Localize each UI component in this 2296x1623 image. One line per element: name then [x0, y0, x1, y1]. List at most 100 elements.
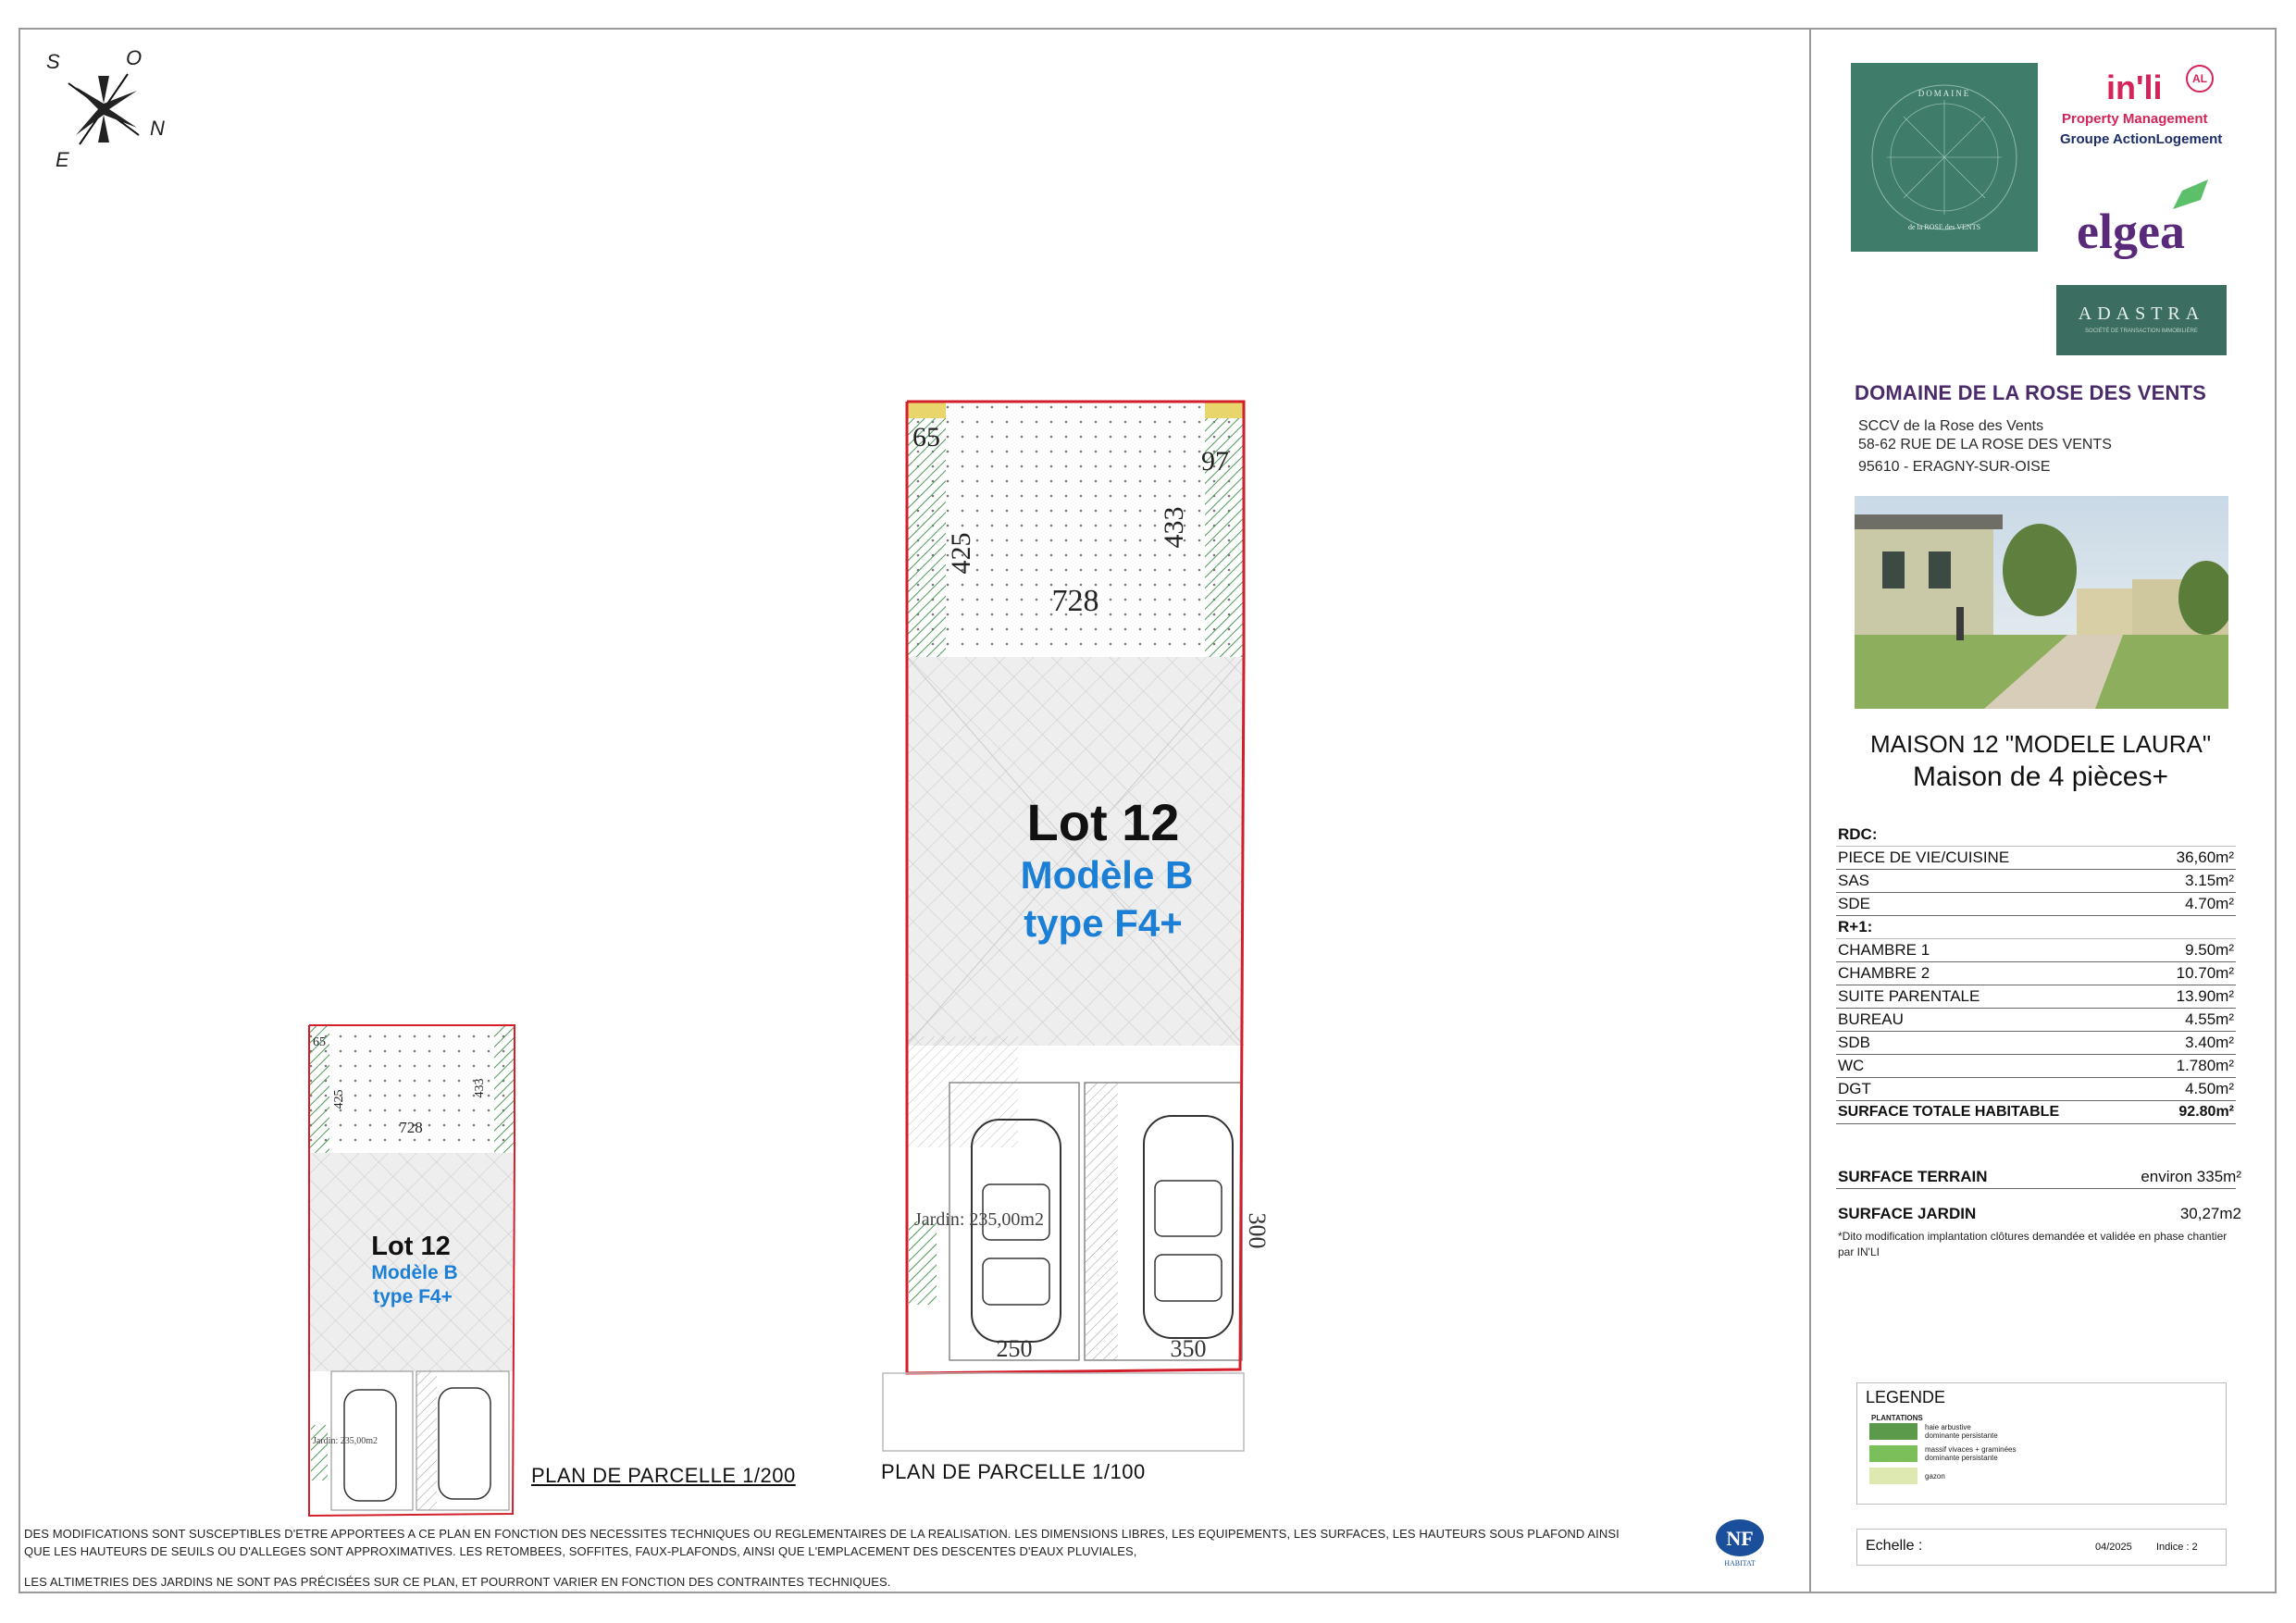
section-rdc: RDC: [1836, 824, 2236, 847]
room-name: SUITE PARENTALE [1836, 985, 2151, 1009]
room-name: SAS [1836, 869, 2151, 893]
legend-swatch [1869, 1445, 1917, 1462]
dim-728-small: 728 [399, 1119, 423, 1136]
room-name: SDE [1836, 892, 2151, 916]
legend-item: gazon [1869, 1468, 2110, 1484]
index-label: Indice : 2 [2156, 1542, 2198, 1553]
surface-divider [1836, 1188, 2236, 1189]
compass-o: O [126, 46, 143, 69]
dim-350: 350 [1171, 1335, 1207, 1362]
room-area: 10.70m² [2150, 961, 2236, 985]
room-row: PIECE DE VIE/CUISINE 36,60m² [1836, 846, 2236, 870]
room-row: SDE 4.70m² [1836, 892, 2236, 916]
adastra-logo: ADASTRA SOCIÉTÉ DE TRANSACTION IMMOBILIÈ… [2056, 285, 2227, 355]
room-name: PIECE DE VIE/CUISINE [1836, 846, 2151, 870]
garden-label: Jardin: 235,00m2 [914, 1209, 1044, 1230]
room-area: 9.50m² [2150, 938, 2236, 962]
room-area: 36,60m² [2150, 846, 2236, 870]
room-area: 3.40m² [2150, 1031, 2236, 1055]
plan-small: 65 425 433 728 Lot 12 Modèle B type F4+ … [308, 1024, 515, 1518]
dim-433: 433 [1159, 507, 1189, 549]
room-area [2150, 915, 2236, 939]
elgea-logo: elgea [2071, 180, 2238, 263]
room-area: 4.55m² [2150, 1008, 2236, 1032]
car-icon [1143, 1115, 1234, 1339]
legend-text: gazon [1925, 1471, 1945, 1481]
note-line-3: LES ALTIMETRIES DES JARDINS NE SONT PAS … [24, 1575, 891, 1589]
hedge-right [1205, 402, 1244, 657]
lot-type-small: type F4+ [373, 1286, 453, 1307]
dim-97: 97 [1201, 446, 1229, 477]
dim-65-small: 65 [313, 1035, 326, 1049]
svg-text:NF: NF [1726, 1527, 1753, 1550]
room-name: SDB [1836, 1031, 2151, 1055]
surface-jardin-value: 30,27m2 [2179, 1205, 2241, 1222]
room-area: 4.70m² [2150, 892, 2236, 916]
surface-terrain-label: SURFACE TERRAIN [1838, 1168, 1988, 1185]
rooms-table: RDC: PIECE DE VIE/CUISINE 36,60m² SAS 3.15m²… [1836, 824, 2236, 1124]
surface-jardin-label: SURFACE JARDIN [1838, 1205, 1977, 1222]
note-line-2: QUE LES HAUTEURS DE SEUILS OU D'ALLEGES … [24, 1544, 1137, 1558]
project-name: DOMAINE DE LA ROSE DES VENTS [1855, 381, 2207, 404]
room-name: SURFACE TOTALE HABITABLE [1836, 1100, 2151, 1124]
room-name: BUREAU [1836, 1008, 2151, 1032]
garden-label-small: Jardin: 235,00m2 [313, 1436, 378, 1446]
lot-title-small: Lot 12 [371, 1232, 450, 1261]
car-icon [438, 1387, 491, 1500]
dim-728: 728 [1052, 584, 1099, 618]
legend-item: massif vivaces + graminées dominante pers… [1869, 1445, 2110, 1462]
compass-s: S [46, 50, 60, 73]
plan-caption-small: PLAN DE PARCELLE 1/200 [531, 1464, 796, 1487]
room-row: DGT 4.50m² [1836, 1077, 2236, 1101]
svg-text:elgea: elgea [2077, 204, 2185, 259]
surface-terrain-value: environ 335m² [2141, 1168, 2241, 1185]
project-render-image [1855, 496, 2228, 709]
date-label: 04/2025 [2095, 1542, 2132, 1553]
room-name: R+1: [1836, 915, 2151, 939]
room-row: CHAMBRE 1 9.50m² [1836, 938, 2236, 962]
lot-type: type F4+ [1024, 901, 1183, 945]
dim-433-small: 433 [473, 1079, 487, 1098]
room-area: 3.15m² [2150, 869, 2236, 893]
room-area: 92.80m² [2150, 1100, 2236, 1124]
dim-425-small: 425 [332, 1090, 346, 1109]
room-name: CHAMBRE 1 [1836, 938, 2151, 962]
room-area [2150, 824, 2236, 847]
room-area: 4.50m² [2150, 1077, 2236, 1101]
room-name: CHAMBRE 2 [1836, 961, 2151, 985]
room-row: BUREAU 4.55m² [1836, 1008, 2236, 1032]
legend-swatch [1869, 1423, 1917, 1440]
dim-65: 65 [912, 422, 940, 452]
svg-text:de la ROSE des VENTS: de la ROSE des VENTS [1908, 223, 1980, 231]
compass: S O N E [37, 37, 176, 176]
room-row: SUITE PARENTALE 13.90m² [1836, 985, 2236, 1009]
dim-250: 250 [997, 1335, 1033, 1362]
legend-list: haie arbustive dominante persistante massi… [1869, 1423, 2110, 1490]
legend-text: haie arbustive dominante persistante [1925, 1423, 1998, 1440]
room-row: CHAMBRE 2 10.70m² [1836, 961, 2236, 985]
room-row: SDB 3.40m² [1836, 1031, 2236, 1055]
room-row: SAS 3.15m² [1836, 869, 2236, 893]
house-title: MAISON 12 "MODELE LAURA" [1869, 730, 2212, 758]
dim-425: 425 [946, 533, 976, 575]
svg-text:DOMAINE: DOMAINE [1918, 89, 1971, 98]
room-name: WC [1836, 1054, 2151, 1078]
room-name: DGT [1836, 1077, 2151, 1101]
plan-large: 65 97 425 433 728 300 250 350 Lot 12 Mod… [882, 400, 1271, 1452]
room-area: 13.90m² [2150, 985, 2236, 1009]
legend-title: LEGENDE [1866, 1388, 1946, 1406]
legend-text: massif vivaces + graminées dominante pers… [1925, 1445, 2017, 1462]
dim-300: 300 [1244, 1213, 1271, 1249]
total-row: SURFACE TOTALE HABITABLE 92.80m² [1836, 1100, 2236, 1124]
lot-model: Modèle B [1021, 853, 1194, 897]
project-street: 58-62 RUE DE LA ROSE DES VENTS [1858, 437, 2112, 452]
house-subtitle: Maison de 4 pièces+ [1912, 762, 2168, 792]
project-city: 95610 - ERAGNY-SUR-OISE [1858, 459, 2051, 475]
domaine-logo: DOMAINE de la ROSE des VENTS [1851, 63, 2038, 252]
lot-title: Lot 12 [1027, 793, 1180, 851]
note-line-1: DES MODIFICATIONS SONT SUSCEPTIBLES D'ET… [24, 1527, 1620, 1541]
compass-e: E [56, 148, 69, 171]
plan-caption-large: PLAN DE PARCELLE 1/100 [881, 1460, 1146, 1483]
garden-area [907, 402, 1244, 657]
lot-model-small: Modèle B [371, 1262, 457, 1283]
